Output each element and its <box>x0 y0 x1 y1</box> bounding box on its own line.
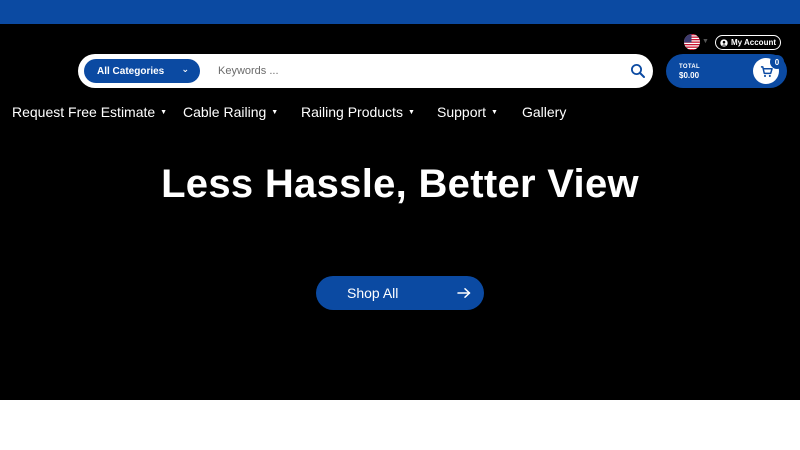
hero-title: Less Hassle, Better View <box>161 162 639 206</box>
content-area <box>0 400 800 450</box>
arrow-right-icon <box>457 288 471 298</box>
nav-gallery[interactable]: Gallery <box>522 103 566 121</box>
caret-down-icon: ▼ <box>271 108 279 116</box>
user-icon <box>720 38 728 47</box>
us-flag-icon[interactable] <box>684 34 700 50</box>
nav-support[interactable]: Support ▼ <box>437 103 498 121</box>
shop-all-button[interactable]: Shop All <box>316 276 484 310</box>
nav-request-free-estimate[interactable]: Request Free Estimate ▼ <box>12 103 167 121</box>
nav-label: Gallery <box>522 104 567 120</box>
nav-cable-railing[interactable]: Cable Railing ▼ <box>183 103 278 121</box>
my-account-button[interactable]: My Account <box>715 35 781 50</box>
chevron-down-icon: ⌄ <box>181 64 189 74</box>
caret-down-icon: ▼ <box>160 108 168 116</box>
cart-button[interactable]: TOTAL $0.00 0 <box>666 54 787 88</box>
search-input[interactable] <box>218 61 618 81</box>
nav-label: Railing Products <box>301 104 403 120</box>
language-caret-icon[interactable]: ▼ <box>702 38 709 45</box>
nav-railing-products[interactable]: Railing Products ▼ <box>301 103 415 121</box>
category-select[interactable]: All Categories ⌄ <box>84 59 200 83</box>
top-announcement-bar <box>0 0 800 24</box>
nav-label: Cable Railing <box>183 104 267 120</box>
shop-all-label: Shop All <box>347 285 399 301</box>
caret-down-icon: ▼ <box>491 108 498 116</box>
cart-total-value: $0.00 <box>679 71 700 80</box>
search-bar: All Categories ⌄ <box>78 54 653 88</box>
nav-label: Request Free Estimate <box>12 104 156 120</box>
caret-down-icon: ▼ <box>407 108 415 116</box>
cart-count-badge: 0 <box>770 55 784 69</box>
cart-total-label: TOTAL <box>679 64 700 70</box>
us-flag-graphic <box>684 34 700 50</box>
search-icon[interactable] <box>630 63 646 79</box>
cart-icon <box>760 65 773 77</box>
category-select-label: All Categories <box>97 65 165 77</box>
my-account-label: My Account <box>730 38 777 47</box>
nav-label: Support <box>437 104 487 120</box>
